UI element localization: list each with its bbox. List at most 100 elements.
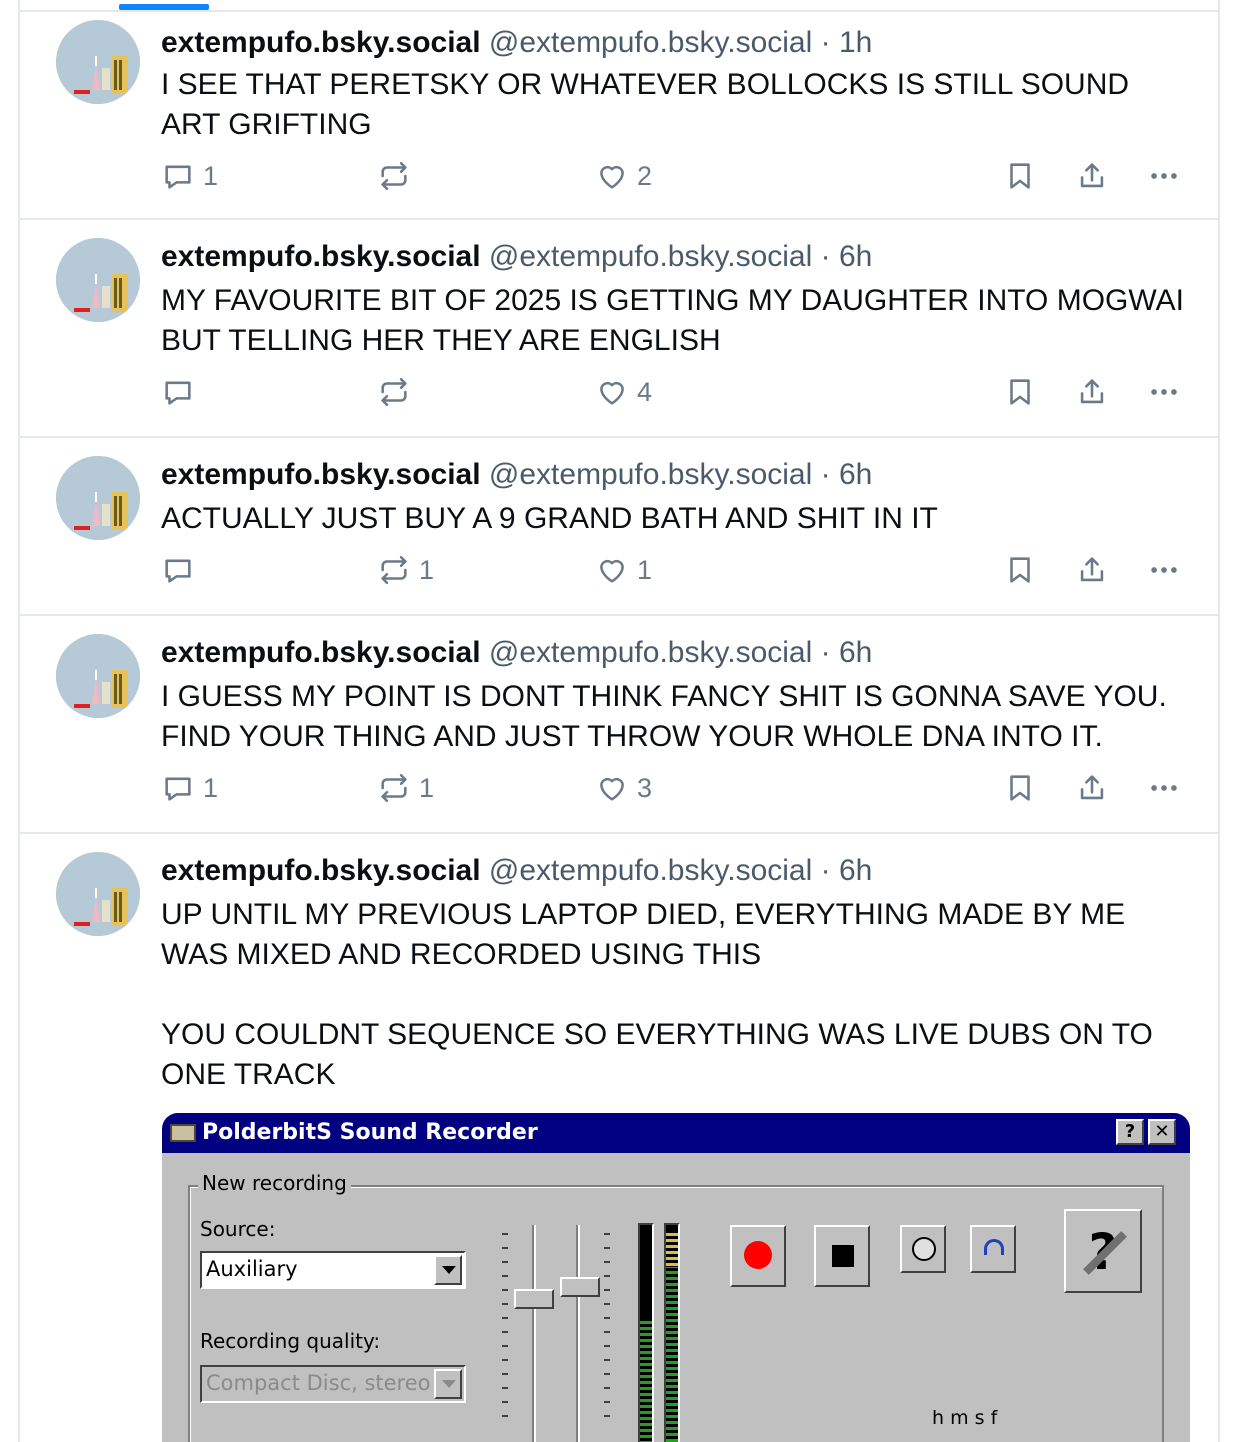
undo-icon xyxy=(984,1239,1004,1255)
stop-button xyxy=(814,1225,870,1287)
post-time[interactable]: 1h xyxy=(839,26,872,59)
author-handle[interactable]: @extempufo.bsky.social xyxy=(489,240,812,273)
ellipsis-icon xyxy=(1147,159,1181,193)
like-button[interactable]: 4 xyxy=(595,372,652,412)
record-icon xyxy=(744,1241,772,1269)
post-3[interactable]: extempufo.bsky.social @extempufo.bsky.so… xyxy=(20,438,1218,616)
avatar[interactable] xyxy=(56,20,140,104)
clock-icon xyxy=(912,1237,936,1261)
share-icon xyxy=(1075,159,1109,193)
post-header: extempufo.bsky.social @extempufo.bsky.so… xyxy=(161,233,872,281)
stop-icon xyxy=(832,1245,854,1267)
dropdown-arrow-icon xyxy=(434,1369,462,1399)
author-name[interactable]: extempufo.bsky.social xyxy=(161,26,481,59)
quality-select: Compact Disc, stereo xyxy=(200,1365,466,1403)
post-header: extempufo.bsky.social @extempufo.bsky.so… xyxy=(161,629,872,677)
bookmark-button[interactable] xyxy=(1003,372,1037,412)
slider-ticks xyxy=(502,1233,508,1429)
level-meter-left xyxy=(638,1223,654,1442)
time-units-label: h m s f xyxy=(932,1407,998,1429)
author-handle[interactable]: @extempufo.bsky.social xyxy=(489,854,812,887)
author-name[interactable]: extempufo.bsky.social xyxy=(161,240,481,273)
separator-dot: · xyxy=(820,458,831,491)
post-time[interactable]: 6h xyxy=(839,854,872,887)
repost-button[interactable]: 1 xyxy=(377,550,434,590)
post-time[interactable]: 6h xyxy=(839,636,872,669)
author-name[interactable]: extempufo.bsky.social xyxy=(161,854,481,887)
share-icon xyxy=(1075,553,1109,587)
post-2[interactable]: extempufo.bsky.social @extempufo.bsky.so… xyxy=(20,220,1218,438)
speech-bubble-icon xyxy=(161,159,195,193)
slider-thumb-right xyxy=(560,1277,600,1297)
help-cursor-button: ? xyxy=(1064,1209,1142,1293)
avatar[interactable] xyxy=(56,456,140,540)
embedded-image-sound-recorder[interactable]: PolderbitS Sound Recorder ? ✕ New record… xyxy=(162,1113,1190,1442)
like-button[interactable]: 1 xyxy=(595,550,652,590)
more-button[interactable] xyxy=(1147,768,1181,808)
close-button: ✕ xyxy=(1148,1119,1176,1145)
ellipsis-icon xyxy=(1147,375,1181,409)
post-text: ACTUALLY JUST BUY A 9 GRAND BATH AND SHI… xyxy=(161,502,938,535)
author-name[interactable]: extempufo.bsky.social xyxy=(161,636,481,669)
post-time[interactable]: 6h xyxy=(839,458,872,491)
post-header: extempufo.bsky.social @extempufo.bsky.so… xyxy=(161,19,872,67)
timer-button xyxy=(900,1225,946,1273)
post-feed: extempufo.bsky.social @extempufo.bsky.so… xyxy=(18,0,1220,1442)
avatar[interactable] xyxy=(56,634,140,718)
more-button[interactable] xyxy=(1147,156,1181,196)
separator-dot: · xyxy=(820,854,831,887)
post-1[interactable]: extempufo.bsky.social @extempufo.bsky.so… xyxy=(20,12,1218,220)
post-actions: 1 1 3 xyxy=(161,768,1198,808)
share-button[interactable] xyxy=(1075,768,1109,808)
reply-button[interactable]: 1 xyxy=(161,768,218,808)
more-button[interactable] xyxy=(1147,550,1181,590)
like-count: 3 xyxy=(637,772,653,803)
author-handle[interactable]: @extempufo.bsky.social xyxy=(489,26,812,59)
speech-bubble-icon xyxy=(161,375,195,409)
like-count: 4 xyxy=(637,376,653,407)
bookmark-button[interactable] xyxy=(1003,550,1037,590)
bookmark-icon xyxy=(1003,375,1037,409)
repost-button[interactable] xyxy=(377,372,419,412)
author-handle[interactable]: @extempufo.bsky.social xyxy=(489,636,812,669)
avatar[interactable] xyxy=(56,238,140,322)
post-text: UP UNTIL MY PREVIOUS LAPTOP DIED, EVERYT… xyxy=(161,898,1153,1091)
app-icon xyxy=(170,1124,196,1142)
post-text: MY FAVOURITE BIT OF 2025 IS GETTING MY D… xyxy=(161,284,1193,357)
reply-button[interactable] xyxy=(161,372,203,412)
reply-button[interactable] xyxy=(161,550,203,590)
separator-dot: · xyxy=(820,636,831,669)
repost-button[interactable]: 1 xyxy=(377,768,434,808)
repost-button[interactable] xyxy=(377,156,419,196)
avatar[interactable] xyxy=(56,852,140,936)
heart-icon xyxy=(595,375,629,409)
separator-dot: · xyxy=(820,26,831,59)
like-button[interactable]: 2 xyxy=(595,156,652,196)
level-meter-right xyxy=(664,1223,680,1442)
slider-track-right xyxy=(576,1225,580,1442)
quality-label: Recording quality: xyxy=(200,1329,381,1353)
more-button[interactable] xyxy=(1147,372,1181,412)
post-header: extempufo.bsky.social @extempufo.bsky.so… xyxy=(161,847,872,895)
post-4[interactable]: extempufo.bsky.social @extempufo.bsky.so… xyxy=(20,616,1218,834)
speech-bubble-icon xyxy=(161,553,195,587)
bookmark-icon xyxy=(1003,553,1037,587)
quality-value: Compact Disc, stereo xyxy=(206,1371,431,1395)
repost-arrows-icon xyxy=(377,375,411,409)
share-button[interactable] xyxy=(1075,372,1109,412)
share-button[interactable] xyxy=(1075,550,1109,590)
like-button[interactable]: 3 xyxy=(595,768,652,808)
share-button[interactable] xyxy=(1075,156,1109,196)
slider-ticks xyxy=(604,1233,610,1429)
author-handle[interactable]: @extempufo.bsky.social xyxy=(489,458,812,491)
reply-count: 1 xyxy=(203,772,219,803)
repost-arrows-icon xyxy=(377,553,411,587)
bookmark-button[interactable] xyxy=(1003,768,1037,808)
post-actions: 12 xyxy=(161,156,1198,196)
bookmark-button[interactable] xyxy=(1003,156,1037,196)
post-time[interactable]: 6h xyxy=(839,240,872,273)
like-count: 2 xyxy=(637,160,653,191)
author-name[interactable]: extempufo.bsky.social xyxy=(161,458,481,491)
reply-button[interactable]: 1 xyxy=(161,156,218,196)
slider-track-left xyxy=(532,1225,536,1442)
